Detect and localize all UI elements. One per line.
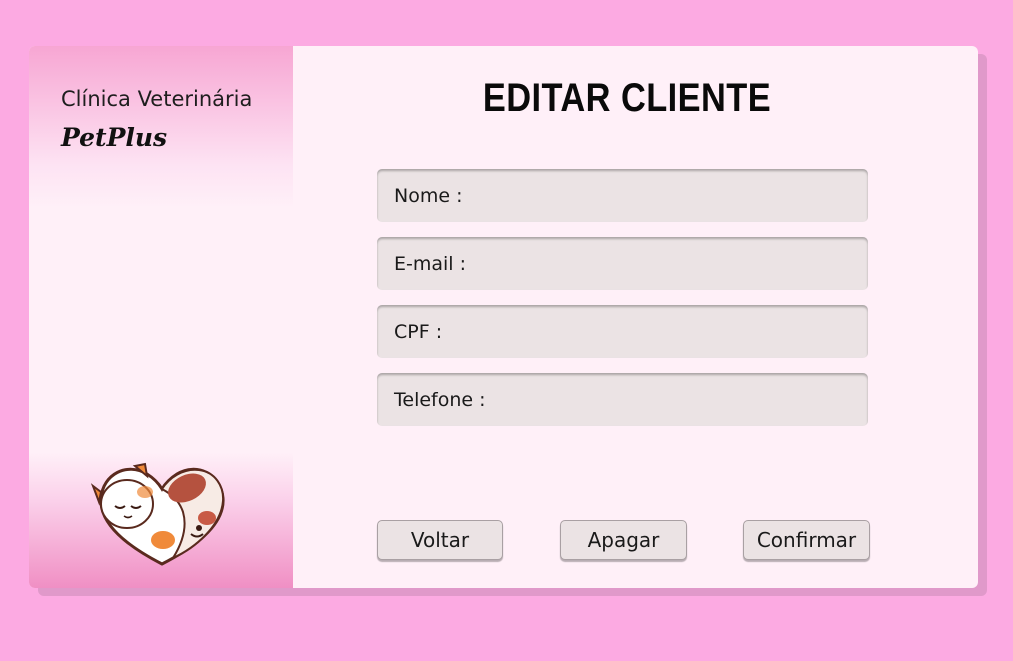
email-field[interactable]: E-mail : xyxy=(377,237,868,290)
email-field-label: E-mail : xyxy=(394,252,467,275)
back-button[interactable]: Voltar xyxy=(377,520,503,560)
cat-dog-heart-logo-icon xyxy=(90,462,225,566)
name-field-label: Nome : xyxy=(394,184,463,207)
brand-name: PetPlus xyxy=(61,123,168,152)
phone-field[interactable]: Telefone : xyxy=(377,373,868,426)
brand-subtitle: Clínica Veterinária xyxy=(61,87,253,111)
name-field[interactable]: Nome : xyxy=(377,169,868,222)
page-title: EDITAR CLIENTE xyxy=(482,76,772,120)
edit-client-card: Clínica Veterinária PetPlus EDITAR CLIEN… xyxy=(29,46,978,588)
cpf-field[interactable]: CPF : xyxy=(377,305,868,358)
confirm-button[interactable]: Confirmar xyxy=(743,520,870,560)
delete-button[interactable]: Apagar xyxy=(560,520,687,560)
phone-field-label: Telefone : xyxy=(394,388,486,411)
cpf-field-label: CPF : xyxy=(394,320,443,343)
sidebar: Clínica Veterinária PetPlus xyxy=(29,46,293,588)
